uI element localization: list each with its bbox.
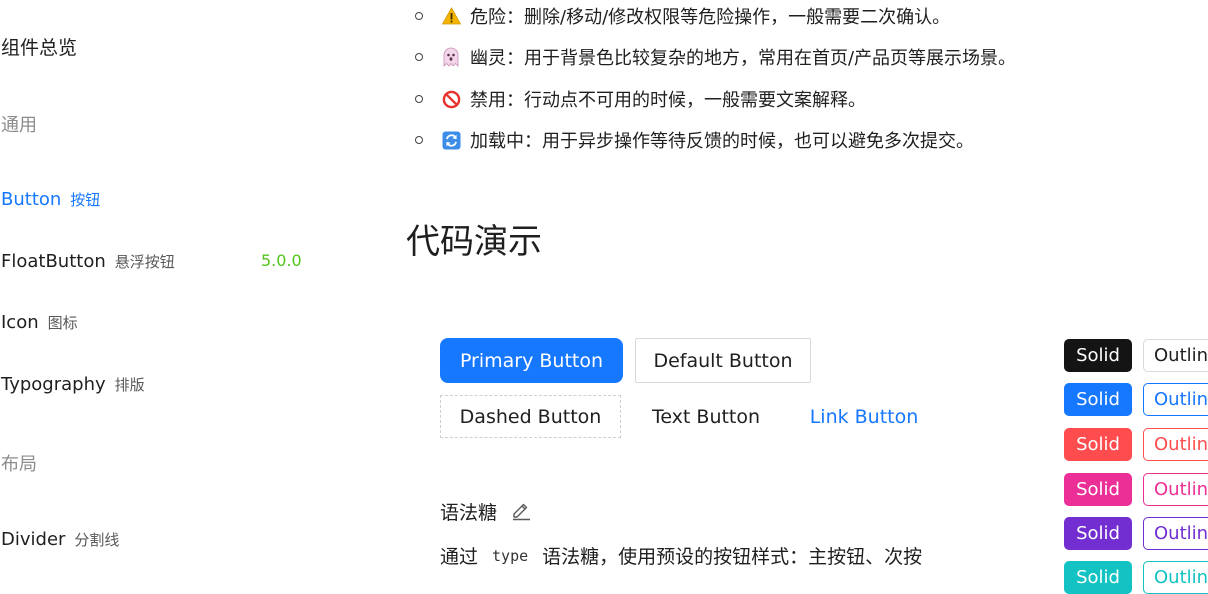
- list-item: 加载中：用于异步操作等待反馈的时候，也可以避免多次提交。: [415, 126, 974, 154]
- sidebar-item-button[interactable]: Button 按钮: [1, 189, 100, 210]
- sidebar-item-floatbutton[interactable]: FloatButton 悬浮按钮 5.0.0: [1, 251, 311, 272]
- sidebar-item-sublabel: 排版: [114, 376, 145, 394]
- solid-button-purple[interactable]: Solid: [1064, 517, 1132, 550]
- outlined-button-purple[interactable]: Outlin: [1143, 517, 1208, 550]
- text-button[interactable]: Text Button: [636, 395, 776, 438]
- version-badge: 5.0.0: [261, 251, 302, 270]
- sidebar-item-sublabel: 分割线: [74, 531, 120, 549]
- sidebar-item-label: Icon: [1, 312, 39, 333]
- description-suffix: 语法糖，使用预设的按钮样式：主按钮、次按: [542, 546, 923, 568]
- outlined-button-black[interactable]: Outlin: [1143, 339, 1208, 372]
- sidebar-group-label: 布局: [1, 454, 37, 475]
- outlined-button-cyan[interactable]: Outlin: [1143, 561, 1208, 594]
- dashed-button[interactable]: Dashed Button: [440, 395, 621, 438]
- solid-button-red[interactable]: Solid: [1064, 428, 1132, 461]
- sidebar-item-label: FloatButton: [1, 251, 106, 272]
- refresh-icon: [441, 130, 461, 150]
- sidebar-item-label: Button: [1, 189, 62, 210]
- outlined-button-pink[interactable]: Outlin: [1143, 473, 1208, 506]
- sidebar-item-overview[interactable]: 组件总览: [1, 33, 77, 60]
- outlined-button-blue[interactable]: Outlin: [1143, 383, 1208, 416]
- sidebar-title: 组件总览: [1, 37, 78, 59]
- sidebar-item-sublabel: 图标: [47, 314, 78, 332]
- description-prefix: 通过: [440, 546, 479, 568]
- bullet-marker: [415, 95, 423, 103]
- sidebar-item-sublabel: 悬浮按钮: [114, 253, 175, 271]
- prohibited-icon: [441, 89, 461, 109]
- code-snippet: type: [492, 546, 529, 565]
- sidebar: 组件总览 通用 Button 按钮 FloatButton 悬浮按钮 5.0.0…: [0, 0, 320, 581]
- list-item: 禁用：行动点不可用的时候，一般需要文案解释。: [415, 85, 866, 113]
- outlined-button-red[interactable]: Outlin: [1143, 428, 1208, 461]
- sidebar-group-label: 通用: [1, 115, 37, 136]
- sidebar-group-general: 通用: [1, 111, 37, 137]
- solid-button-blue[interactable]: Solid: [1064, 383, 1132, 416]
- sidebar-item-sublabel: 按钮: [70, 191, 101, 209]
- bullet-marker: [415, 53, 423, 61]
- primary-button[interactable]: Primary Button: [440, 338, 623, 383]
- sidebar-item-label: Divider: [1, 529, 66, 550]
- sidebar-item-label: Typography: [1, 374, 106, 395]
- list-item-text: 幽灵：用于背景色比较复杂的地方，常用在首页/产品页等展示场景。: [470, 48, 1017, 69]
- ghost-icon: [441, 47, 461, 67]
- list-item-text: 禁用：行动点不可用的时候，一般需要文案解释。: [470, 90, 866, 111]
- solid-button-black[interactable]: Solid: [1064, 339, 1132, 372]
- bullet-marker: [415, 12, 423, 20]
- sidebar-item-divider[interactable]: Divider 分割线: [1, 529, 119, 550]
- list-item-text: 加载中：用于异步操作等待反馈的时候，也可以避免多次提交。: [470, 131, 974, 152]
- link-button[interactable]: Link Button: [800, 395, 928, 438]
- solid-button-pink[interactable]: Solid: [1064, 473, 1132, 506]
- default-button[interactable]: Default Button: [635, 338, 811, 383]
- list-item: 幽灵：用于背景色比较复杂的地方，常用在首页/产品页等展示场景。: [415, 43, 1016, 71]
- sidebar-item-typography[interactable]: Typography 排版: [1, 374, 145, 395]
- demo-description: 通过 type 语法糖，使用预设的按钮样式：主按钮、次按: [440, 542, 922, 569]
- list-item: 危险：删除/移动/修改权限等危险操作，一般需要二次确认。: [415, 2, 950, 30]
- edit-icon[interactable]: [510, 499, 532, 521]
- sidebar-group-layout: 布局: [1, 450, 37, 476]
- demo-title: 语法糖: [440, 502, 498, 524]
- list-item-text: 危险：删除/移动/修改权限等危险操作，一般需要二次确认。: [470, 7, 951, 28]
- section-heading: 代码演示: [406, 222, 542, 262]
- warning-icon: [441, 6, 461, 26]
- solid-button-cyan[interactable]: Solid: [1064, 561, 1132, 594]
- sidebar-item-icon[interactable]: Icon 图标: [1, 312, 78, 333]
- bullet-marker: [415, 136, 423, 144]
